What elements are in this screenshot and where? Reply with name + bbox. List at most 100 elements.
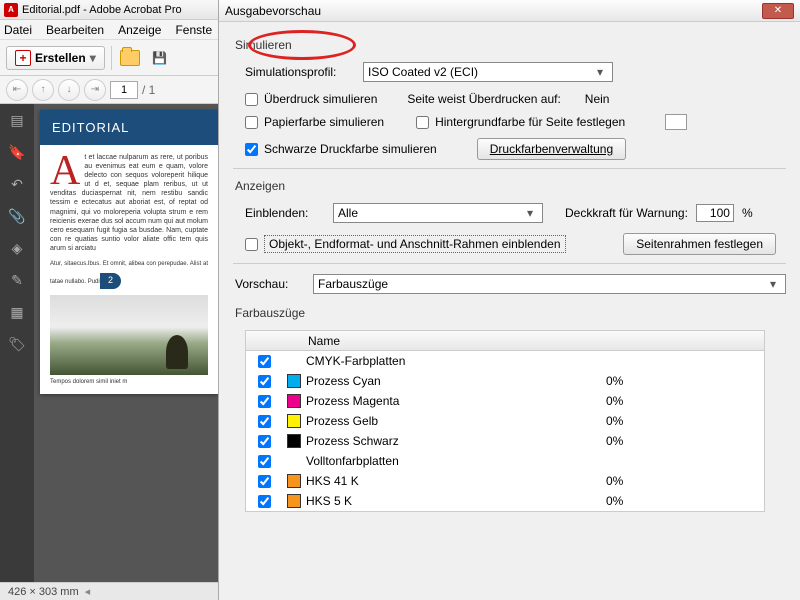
plate-name: CMYK-Farbplatten [306,354,606,368]
show-value: Alle [338,206,358,220]
body-text-2: Atur, sitaecus.Ibus. Et omnit, alibea co… [50,261,208,285]
output-preview-dialog: Ausgabevorschau ✕ Simulieren Simulations… [218,0,800,600]
overprint-checkbox[interactable] [245,93,258,106]
table-row: Prozess Cyan0% [246,371,764,391]
pdf-page: EDITORIAL A t et laccae nulparum as rere… [40,110,218,394]
save-button[interactable]: 💾 [148,46,172,70]
pages-panel-icon[interactable]: ▤ [7,110,27,130]
sim-profile-select[interactable]: ISO Coated v2 (ECI) ▾ [363,62,613,82]
plate-percent: 0% [606,434,726,448]
dialog-titlebar: Ausgabevorschau ✕ [219,0,800,22]
separator [111,46,112,70]
table-header: Name [246,331,764,351]
plate-name: Prozess Gelb [306,414,606,428]
main-area: ▤ 🔖 ↶ 📎 ◈ ✎ ▦ 🏷 EDITORIAL A t et laccae … [0,104,218,582]
plate-checkbox[interactable] [258,375,271,388]
signatures-icon[interactable]: ✎ [7,270,27,290]
percent-label: % [742,206,753,220]
section-separations: Farbauszüge [235,306,786,320]
tags-icon[interactable]: 🏷 [7,334,27,354]
close-button[interactable]: ✕ [762,3,794,19]
prev-page-button[interactable]: ↑ [32,79,54,101]
folder-icon [120,50,140,66]
plate-name: Prozess Cyan [306,374,606,388]
blackink-label: Schwarze Druckfarbe simulieren [264,142,437,156]
chevron-down-icon: ▾ [765,277,781,291]
document-view[interactable]: EDITORIAL A t et laccae nulparum as rere… [34,104,218,582]
open-button[interactable] [118,46,142,70]
plate-checkbox[interactable] [258,495,271,508]
create-button[interactable]: + Erstellen ▾ [6,46,105,70]
page-heading: EDITORIAL [40,110,218,145]
menu-view[interactable]: Anzeige [118,23,161,37]
side-toolbar: ▤ 🔖 ↶ 📎 ◈ ✎ ▦ 🏷 [0,104,34,582]
show-select[interactable]: Alle ▾ [333,203,543,223]
boxes-label: Objekt-, Endformat- und Anschnitt-Rahmen… [264,235,566,253]
plate-percent: 0% [606,494,726,508]
chevron-down-icon: ▾ [592,65,608,79]
color-swatch [287,394,301,408]
section-simulate: Simulieren [235,38,786,52]
menu-window[interactable]: Fenste [175,23,212,37]
chevron-down-icon: ▾ [522,206,538,220]
ink-manager-button[interactable]: Druckfarbenverwaltung [477,138,626,160]
page-body: A t et laccae nulparum as rere, ut porib… [40,145,218,394]
last-page-button[interactable]: ⇥ [84,79,106,101]
bgcolor-swatch[interactable] [665,114,687,130]
page-number-input[interactable] [110,81,138,99]
menu-edit[interactable]: Bearbeiten [46,23,104,37]
plate-checkbox[interactable] [258,475,271,488]
plate-percent: 0% [606,474,726,488]
plate-checkbox[interactable] [258,455,271,468]
show-label: Einblenden: [245,206,325,220]
plate-checkbox[interactable] [258,355,271,368]
table-row: Prozess Schwarz0% [246,431,764,451]
plate-percent: 0% [606,374,726,388]
preview-value: Farbauszüge [318,277,388,291]
pageboxes-button[interactable]: Seitenrahmen festlegen [623,233,776,255]
dropdown-arrow-icon: ▾ [90,51,96,65]
bgcolor-checkbox[interactable] [416,116,429,129]
undo-icon[interactable]: ↶ [7,174,27,194]
plate-name: HKS 41 K [306,474,606,488]
image-caption: Tempos dolorem simil iniet m [50,379,127,385]
dialog-body: Simulieren Simulationsprofil: ISO Coated… [219,22,800,600]
plate-checkbox[interactable] [258,395,271,408]
attachments-icon[interactable]: 📎 [7,206,27,226]
blackink-checkbox[interactable] [245,143,258,156]
plus-icon: + [15,50,31,66]
dialog-title: Ausgabevorschau [225,4,321,18]
sim-profile-value: ISO Coated v2 (ECI) [368,65,478,79]
page-number-badge: 2 [100,273,121,289]
table-row: Prozess Magenta0% [246,391,764,411]
standards-icon[interactable]: ▦ [7,302,27,322]
first-page-button[interactable]: ⇤ [6,79,28,101]
opacity-label: Deckkraft für Warnung: [565,206,688,220]
chevron-left-icon[interactable]: ◂ [85,585,91,598]
floppy-icon: 💾 [152,51,167,65]
table-row: Prozess Gelb0% [246,411,764,431]
bookmarks-icon[interactable]: 🔖 [7,142,27,162]
plate-name: HKS 5 K [306,494,606,508]
plate-percent: 0% [606,394,726,408]
separations-table: Name CMYK-FarbplattenProzess Cyan0%Proze… [245,330,765,512]
opacity-input[interactable] [696,204,734,222]
menu-file[interactable]: Datei [4,23,32,37]
boxes-checkbox[interactable] [245,238,258,251]
pdf-icon: A [4,3,18,17]
color-swatch [287,414,301,428]
color-swatch [287,474,301,488]
separator [233,168,786,169]
preview-select[interactable]: Farbauszüge ▾ [313,274,786,294]
plate-checkbox[interactable] [258,415,271,428]
page-image [50,295,208,375]
dropcap: A [50,155,80,189]
next-page-button[interactable]: ↓ [58,79,80,101]
plate-checkbox[interactable] [258,435,271,448]
page-total: / 1 [142,83,155,97]
plate-name: Prozess Magenta [306,394,606,408]
papercolor-checkbox[interactable] [245,116,258,129]
plate-percent: 0% [606,414,726,428]
layers-icon[interactable]: ◈ [7,238,27,258]
preview-label: Vorschau: [235,277,305,291]
